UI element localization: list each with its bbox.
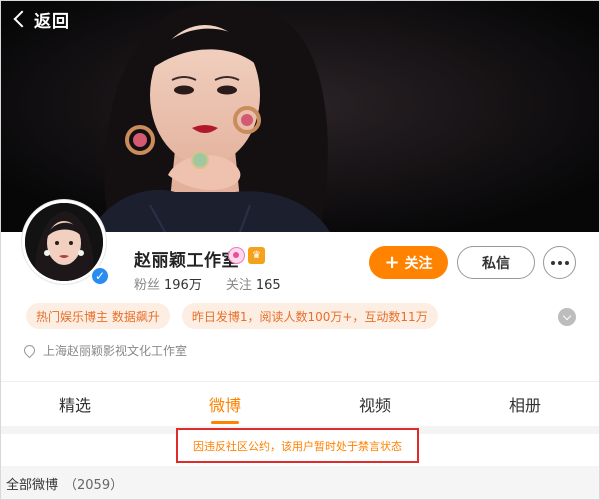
tab-featured[interactable]: 精选 — [0, 382, 150, 426]
company-info: 上海赵丽颖影视文化工作室 — [21, 342, 188, 359]
back-label: 返回 — [34, 11, 70, 32]
profile-stats: 粉丝 196万 关注 165 — [134, 274, 281, 293]
company-name: 上海赵丽颖影视文化工作室 — [43, 344, 188, 358]
follow-label: 关注 — [404, 255, 433, 272]
pink-circle-badge-icon[interactable] — [228, 247, 245, 264]
more-button[interactable] — [543, 246, 576, 279]
verified-v-icon: ✓ — [90, 266, 110, 286]
feed-count: （2059） — [64, 477, 124, 493]
more-dots-icon — [550, 260, 555, 265]
tab-weibo[interactable]: 微博 — [150, 382, 300, 426]
tab-album[interactable]: 相册 — [450, 382, 600, 426]
following-stat[interactable]: 关注 165 — [226, 274, 281, 293]
following-value: 165 — [255, 278, 281, 293]
ban-notice: 因违反社区公约，该用户暂时处于禁言状态 — [176, 428, 419, 463]
message-label: 私信 — [482, 255, 510, 272]
chevron-down-icon — [562, 311, 572, 320]
back-button[interactable]: 返回 — [12, 6, 70, 32]
profile-name: 赵丽颖工作室 — [134, 251, 239, 271]
gold-badge-icon[interactable]: ♛ — [248, 247, 265, 264]
message-button[interactable]: 私信 — [457, 246, 535, 279]
ban-notice-text: 因违反社区公约，该用户暂时处于禁言状态 — [193, 439, 402, 453]
feed-label: 全部微博 — [6, 477, 59, 493]
chevron-left-icon — [13, 10, 31, 28]
tag-list: 热门娱乐博主 数据飙升 昨日发博1，阅读人数100万+，互动数11万 — [26, 303, 438, 329]
location-pin-icon — [21, 342, 38, 359]
follow-button[interactable]: + 关注 — [369, 246, 448, 279]
profile-tabs: 精选 微博 视频 相册 — [0, 382, 600, 426]
expand-button[interactable] — [558, 308, 576, 326]
tag-yesterday-stats[interactable]: 昨日发博1，阅读人数100万+，互动数11万 — [181, 303, 438, 329]
plus-icon: + — [384, 251, 400, 273]
following-label: 关注 — [225, 278, 252, 293]
profile-card: ✓ 赵丽颖工作室 ♛ 粉丝 196万 关注 165 + 关注 私信 热门娱乐博主… — [0, 200, 600, 500]
cover-photo: 返回 — [0, 0, 600, 232]
cover-portrait-illustration — [0, 0, 600, 232]
tab-video[interactable]: 视频 — [300, 382, 450, 426]
feed-filter-bar[interactable]: 全部微博 （2059） — [0, 466, 600, 500]
tag-hot-entertainment[interactable]: 热门娱乐博主 数据飙升 — [26, 303, 170, 329]
fans-stat[interactable]: 粉丝 196万 — [134, 274, 202, 293]
fans-label: 粉丝 — [134, 278, 161, 293]
fans-value: 196万 — [164, 278, 202, 293]
